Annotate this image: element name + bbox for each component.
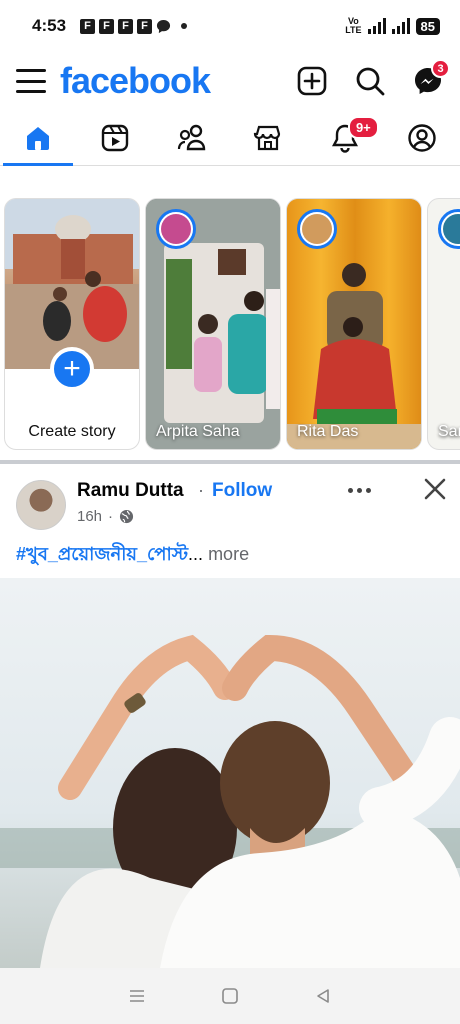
add-story-button[interactable]: + (50, 347, 94, 391)
main-tabs: 9+ (0, 110, 460, 166)
story-author-name: Rita Das (297, 423, 359, 440)
battery-indicator: 85 (415, 17, 440, 35)
create-post-button[interactable] (296, 65, 328, 97)
more-notifications-dot (181, 23, 188, 29)
stories-tray: + Create story Arpita Saha Rita Das Sa (0, 198, 460, 450)
story-avatar (156, 209, 196, 249)
create-story-card[interactable]: + Create story (4, 198, 140, 450)
status-right: Vo LTE 85 (345, 17, 440, 35)
messenger-button[interactable]: 3 (412, 59, 450, 97)
hide-post-button[interactable] (420, 474, 450, 504)
facebook-notification-icon: F (118, 18, 134, 34)
story-card[interactable]: Arpita Saha (145, 198, 281, 450)
globe-icon (119, 509, 134, 524)
menu-button[interactable] (16, 69, 46, 93)
square-icon (222, 988, 238, 1004)
post-separator: · (198, 480, 204, 500)
tab-home[interactable] (3, 110, 74, 166)
friends-icon (177, 124, 205, 150)
tab-marketplace[interactable] (233, 110, 303, 166)
signal-icon (367, 18, 386, 34)
menu-icon (129, 990, 144, 1002)
follow-button[interactable]: Follow (212, 480, 272, 502)
back-triangle-icon (317, 989, 330, 1003)
story-author-name: Sar (438, 423, 460, 440)
signal-icon (391, 18, 410, 34)
status-time: 4:53 (32, 16, 67, 35)
facebook-notification-icon: F (80, 18, 96, 34)
hashtag-link[interactable]: #খুব_প্রয়োজনীয়_পোস্ট (16, 544, 188, 564)
tab-profile[interactable] (387, 110, 457, 166)
header-actions: 3 (296, 59, 450, 97)
profile-icon (407, 123, 436, 152)
home-icon (27, 126, 50, 150)
messenger-badge: 3 (431, 59, 450, 78)
facebook-logo[interactable]: facebook (60, 60, 211, 102)
tab-video[interactable] (80, 110, 150, 166)
post-text: #খুব_প্রয়োজনীয়_পোস্ট... more (16, 544, 250, 564)
feed-divider (0, 460, 460, 464)
volte-indicator: Vo LTE (345, 16, 362, 35)
plus-square-icon (297, 66, 327, 96)
status-bar: 4:53 F F F F Vo LTE 85 (0, 0, 460, 52)
notifications-badge: 9+ (347, 115, 379, 139)
recent-apps-button[interactable] (122, 981, 152, 1011)
see-more-link[interactable]: more (203, 544, 249, 564)
post-image[interactable] (0, 578, 460, 968)
story-avatar (438, 209, 460, 249)
back-button[interactable] (308, 981, 338, 1011)
close-icon (424, 478, 446, 500)
system-navigation-bar (0, 968, 460, 1024)
story-avatar (297, 209, 337, 249)
tab-friends[interactable] (157, 110, 227, 166)
facebook-notification-icon: F (99, 18, 115, 34)
search-icon (356, 67, 385, 96)
post-options-button[interactable] (344, 478, 374, 502)
create-story-label: Create story (28, 423, 116, 440)
video-icon (101, 124, 129, 151)
home-button[interactable] (215, 981, 245, 1011)
story-author-name: Arpita Saha (156, 423, 240, 440)
chat-notification-icon (156, 19, 171, 33)
avatar[interactable] (16, 480, 66, 530)
search-button[interactable] (354, 65, 386, 97)
marketplace-icon (254, 125, 281, 150)
story-card[interactable]: Sar (427, 198, 460, 450)
facebook-notification-icon: F (137, 18, 153, 34)
status-notifications: F F F F (80, 18, 188, 34)
post-meta: 16h · (77, 508, 134, 525)
app-header: facebook 3 (0, 52, 460, 110)
post-author-name[interactable]: Ramu Dutta (77, 480, 184, 502)
post-header: Ramu Dutta · Follow 16h · (0, 472, 460, 534)
story-card[interactable]: Rita Das (286, 198, 422, 450)
create-story-photo (5, 199, 139, 369)
post-time: 16h (77, 508, 103, 525)
tab-notifications[interactable]: 9+ (310, 110, 380, 166)
